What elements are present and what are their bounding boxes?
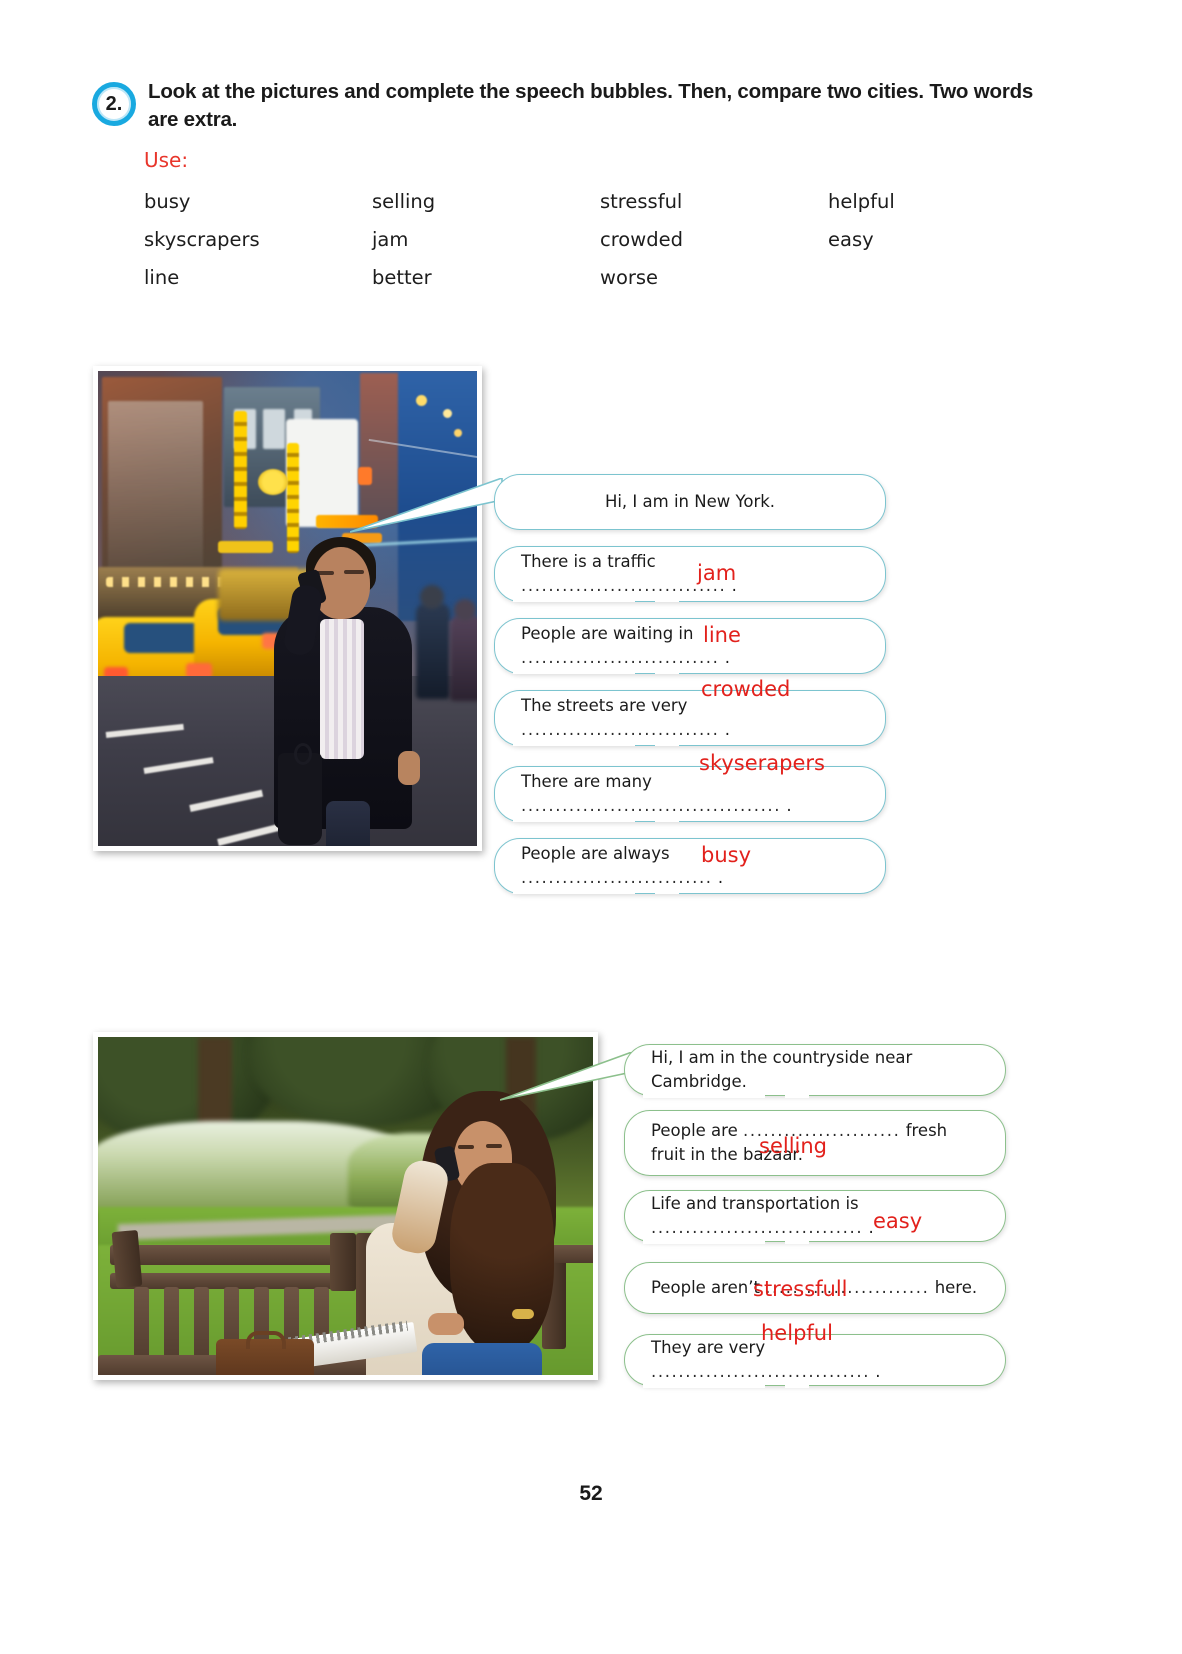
exercise-number-badge: 2.: [92, 82, 136, 126]
exercise-header: 2. Look at the pictures and complete the…: [92, 78, 1052, 135]
word-bank-item: busy: [144, 190, 191, 213]
word-bank-item: crowded: [600, 228, 683, 251]
word-bank-item: better: [372, 266, 432, 289]
bubble-not-stressful[interactable]: People aren’t ........................ h…: [624, 1262, 1006, 1314]
handwritten-answer: easy: [873, 1209, 923, 1234]
bubble-text: There is a traffic: [521, 552, 656, 572]
bubble-text: People are always: [521, 844, 670, 864]
speech-tail-city: [350, 478, 503, 533]
bubble-text: Hi, I am in New York.: [604, 492, 776, 512]
handwritten-answer: helpful: [761, 1321, 833, 1346]
word-bank-item: selling: [372, 190, 436, 213]
exercise-instruction: Look at the pictures and complete the sp…: [148, 80, 1034, 132]
bubble-text: The streets are very: [521, 696, 688, 716]
handwritten-answer: line: [703, 623, 741, 648]
word-bank-row: busy selling stressful helpful: [144, 190, 934, 228]
bubble-text: Hi, I am in the countryside near Cambrid…: [651, 1048, 913, 1091]
bubble-blank-dots: ...............................: [651, 1218, 864, 1237]
bubble-blank-dots: ................................: [651, 1362, 871, 1381]
bubble-text-end: .: [875, 1362, 881, 1381]
bubble-text: People aren’t: [651, 1278, 760, 1298]
handwritten-answer: crowded: [701, 677, 791, 702]
bubble-text: People are waiting in: [521, 624, 694, 644]
handwritten-answer: busy: [701, 843, 752, 868]
bubble-text-end: here.: [934, 1278, 978, 1298]
word-bank-item: jam: [372, 228, 409, 251]
word-bank-row: skyscrapers jam crowded easy: [144, 228, 934, 266]
handwritten-answer: skyserapers: [699, 751, 825, 776]
bubble-blank-dots: ............................: [521, 868, 713, 887]
bubble-streets-crowded[interactable]: The streets are very ...................…: [494, 677, 886, 746]
bubble-text: People are: [651, 1121, 738, 1141]
bubble-text-end: .: [724, 648, 731, 667]
bubble-text: They are very: [651, 1338, 766, 1358]
bubble-people-busy[interactable]: People are always ......................…: [494, 838, 886, 894]
word-bank-item: easy: [828, 228, 874, 251]
word-bank-item: worse: [600, 266, 659, 289]
word-bank-item: skyscrapers: [144, 228, 260, 251]
bubble-text-end: .: [717, 868, 724, 887]
bubble-text-end: .: [724, 720, 731, 739]
bubble-blank-dots: .............................: [521, 648, 720, 667]
handwritten-answer: selling: [759, 1134, 828, 1159]
bubble-blank-dots: ......................................: [521, 796, 782, 815]
bubble-traffic-jam[interactable]: There is a traffic .....................…: [494, 546, 886, 602]
word-bank: busy selling stressful helpful skyscrape…: [144, 190, 934, 304]
bubble-new-york-greeting[interactable]: Hi, I am in New York.: [494, 474, 886, 530]
bubble-text: There are many: [521, 772, 652, 792]
bubble-blank-dots: .............................: [521, 720, 720, 739]
word-bank-item: line: [144, 266, 180, 289]
word-bank-item: helpful: [828, 190, 895, 213]
bubble-selling-fruit[interactable]: People are ....................... fresh…: [624, 1110, 1006, 1176]
bubble-very-helpful[interactable]: They are very ..........................…: [624, 1321, 1006, 1388]
bubble-many-skyscrapers[interactable]: There are many .........................…: [494, 751, 886, 822]
speech-tail-country: [500, 1052, 633, 1101]
handwritten-answer: jam: [697, 561, 737, 586]
page-number: 52: [579, 1482, 603, 1505]
bubble-text-end: .: [786, 796, 792, 815]
use-label: Use:: [144, 148, 189, 172]
bubble-blank-dots: ..............................: [521, 576, 727, 595]
word-bank-item: stressful: [600, 190, 683, 213]
new-york-street-photo: [93, 366, 482, 851]
word-bank-row: line better worse: [144, 266, 934, 304]
bubble-cambridge-greeting[interactable]: Hi, I am in the countryside near Cambrid…: [624, 1044, 1006, 1098]
bubble-transportation-easy[interactable]: Life and transportation is .............…: [624, 1190, 1006, 1244]
bubble-text: Life and transportation is: [651, 1194, 859, 1214]
bubble-waiting-in-line[interactable]: People are waiting in ..................…: [494, 618, 886, 674]
